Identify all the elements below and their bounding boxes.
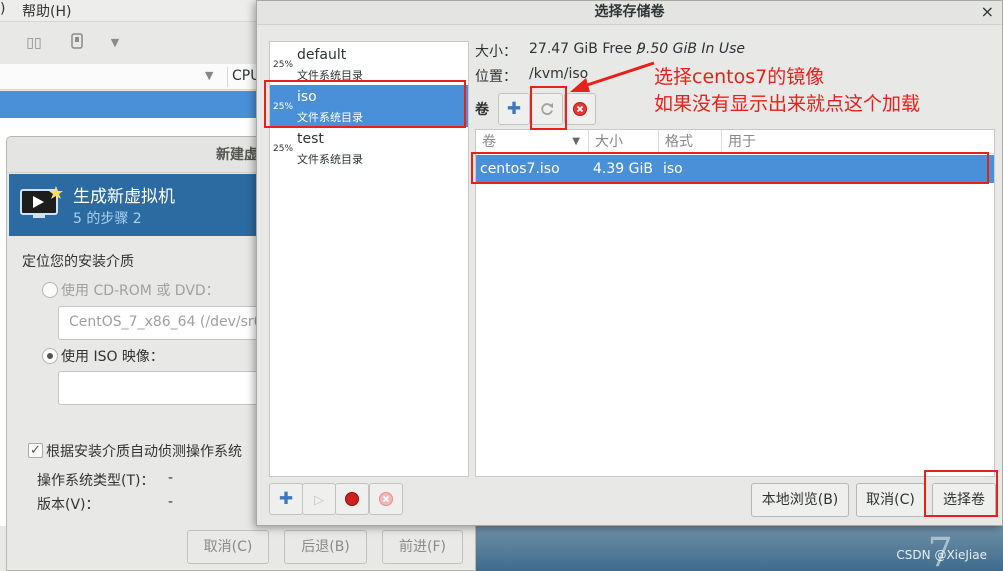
cdrom-radio[interactable] bbox=[42, 282, 58, 298]
chevron-down-icon[interactable]: ▼ bbox=[205, 69, 213, 82]
volumes-label: 卷 bbox=[475, 102, 489, 118]
record-icon bbox=[344, 489, 360, 509]
highlight-choose-button bbox=[924, 470, 998, 517]
cancel-button[interactable]: 取消(C) bbox=[856, 483, 925, 517]
iso-option-label[interactable]: 使用 ISO 映像： bbox=[61, 346, 164, 366]
stop-pool-button[interactable] bbox=[335, 483, 369, 515]
pool-item-test[interactable]: 25% test 文件系统目录 bbox=[270, 127, 468, 169]
pool-usage: 25% bbox=[273, 144, 294, 154]
close-icon[interactable]: × bbox=[981, 1, 994, 23]
menu-help[interactable]: 帮助(H) bbox=[22, 1, 71, 21]
annotation-line-2: 如果没有显示出来就点这个加载 bbox=[654, 93, 921, 115]
browse-local-button[interactable]: 本地浏览(B) bbox=[751, 483, 849, 517]
os-type-value: - bbox=[168, 470, 174, 486]
add-volume-button[interactable]: ✚ bbox=[498, 93, 530, 125]
shutdown-icon[interactable] bbox=[66, 32, 88, 54]
delete-pool-button[interactable] bbox=[369, 483, 403, 515]
version-value: - bbox=[168, 494, 174, 510]
delete-icon bbox=[378, 489, 394, 509]
location-label: 位置： bbox=[475, 69, 517, 85]
iso-radio[interactable] bbox=[42, 348, 58, 364]
play-icon: ▷ bbox=[314, 493, 324, 508]
column-size[interactable]: 大小 bbox=[589, 130, 659, 154]
pool-name: test bbox=[297, 131, 324, 147]
os-type-label: 操作系统类型(T)： bbox=[37, 473, 155, 489]
add-pool-button[interactable]: ✚ bbox=[269, 483, 303, 515]
highlight-iso-pool bbox=[264, 80, 466, 128]
size-used: 9.50 GiB In Use bbox=[637, 41, 746, 57]
version-label: 版本(V)： bbox=[37, 497, 100, 513]
watermark: CSDN @XieJiae bbox=[896, 548, 987, 562]
column-divider bbox=[227, 67, 228, 87]
chevron-down-icon[interactable]: ▼ bbox=[104, 32, 126, 54]
autodetect-checkbox[interactable]: ✓ bbox=[28, 443, 43, 458]
dialog-title: 选择存储卷 bbox=[257, 1, 1002, 25]
annotation-line-1: 选择centos7的镜像 bbox=[654, 66, 825, 88]
wizard-forward-button[interactable]: 前进(F) bbox=[382, 530, 463, 564]
column-volume[interactable]: 卷 ▼ bbox=[476, 130, 589, 154]
column-format[interactable]: 格式 bbox=[659, 130, 722, 154]
start-pool-button[interactable]: ▷ bbox=[302, 483, 336, 515]
column-label: 卷 bbox=[482, 134, 496, 150]
annotation-arrow bbox=[570, 61, 655, 92]
highlight-volume-row bbox=[471, 152, 989, 184]
size-free: 27.47 GiB Free / bbox=[529, 41, 642, 57]
highlight-refresh-button bbox=[530, 86, 567, 130]
pool-item-default[interactable]: 25% default 文件系统目录 bbox=[270, 43, 468, 85]
plus-icon: ✚ bbox=[506, 99, 522, 119]
wizard-header-title: 生成新虚拟机 bbox=[73, 187, 175, 207]
delete-icon bbox=[572, 99, 588, 119]
menu-item-fragment[interactable]: ) bbox=[0, 1, 5, 17]
cdrom-option-label[interactable]: 使用 CD-ROM 或 DVD： bbox=[61, 280, 220, 300]
column-used-by[interactable]: 用于 bbox=[722, 130, 994, 154]
plus-icon: ✚ bbox=[278, 489, 294, 509]
pool-name: default bbox=[297, 47, 347, 63]
autodetect-label[interactable]: 根据安装介质自动侦测操作系统 bbox=[46, 441, 242, 461]
new-vm-icon bbox=[19, 186, 63, 220]
wizard-step: 5 的步骤 2 bbox=[73, 211, 142, 227]
pool-type: 文件系统目录 bbox=[297, 153, 363, 166]
pool-usage: 25% bbox=[273, 60, 294, 70]
locate-media-label: 定位您的安装介质 bbox=[22, 254, 134, 270]
wizard-back-button[interactable]: 后退(B) bbox=[284, 530, 367, 564]
wizard-cancel-button[interactable]: 取消(C) bbox=[187, 530, 269, 564]
pause-icon[interactable]: ▯▯ bbox=[23, 32, 45, 54]
size-label: 大小： bbox=[475, 44, 517, 60]
sort-down-icon: ▼ bbox=[572, 136, 580, 147]
